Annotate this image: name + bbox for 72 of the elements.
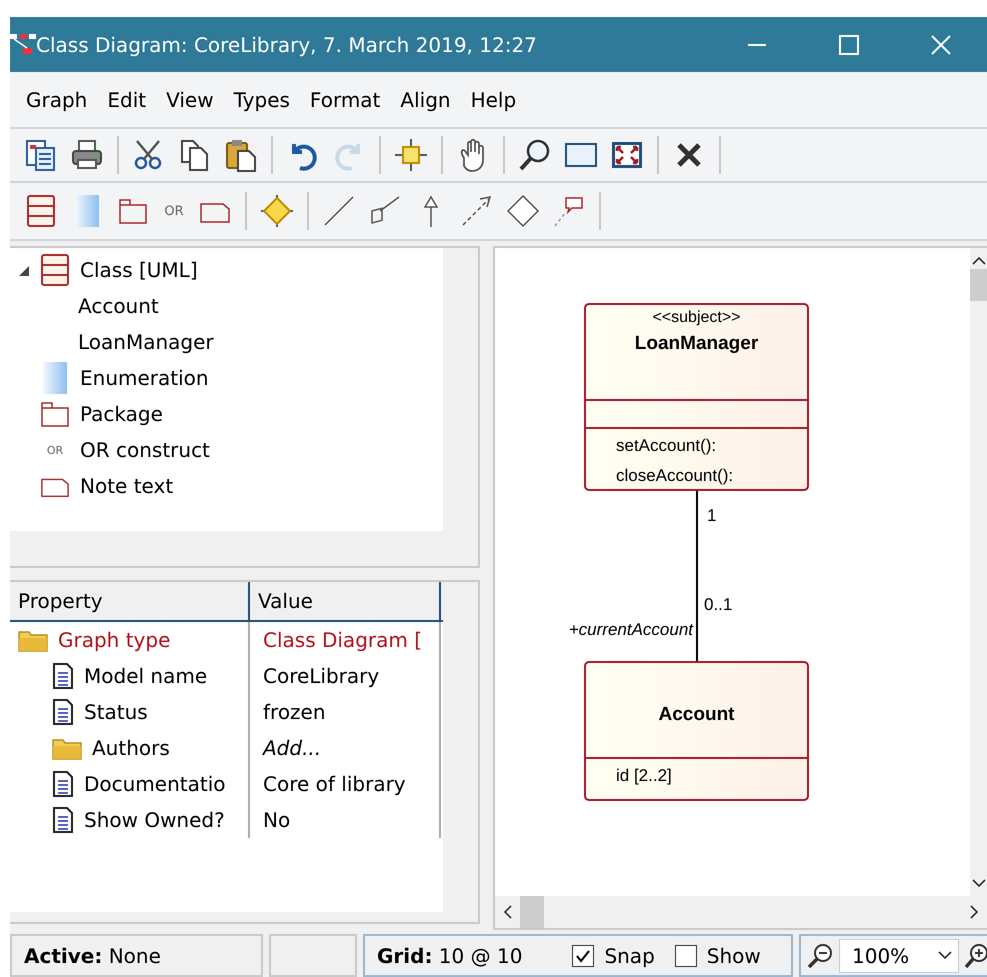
checkbox-label: Snap — [604, 944, 655, 968]
multiplicity-label: 1 — [707, 506, 716, 526]
tree-item[interactable]: Class [UML] — [80, 258, 198, 282]
checkbox[interactable] — [674, 944, 697, 966]
property-name: Status — [84, 700, 148, 724]
app-icon — [10, 34, 36, 56]
column-header[interactable]: Value — [250, 582, 441, 620]
column-header[interactable]: Property — [10, 582, 250, 620]
enumeration-icon — [40, 361, 70, 395]
scroll-down-icon[interactable] — [972, 879, 986, 888]
menu-item[interactable]: Edit — [99, 88, 158, 112]
menu-item[interactable]: Types — [226, 88, 302, 112]
stereotype-label: <<subject>> — [652, 309, 741, 327]
class-box[interactable]: <<subject>> LoanManager setAccount(): closeAccount(): — [584, 303, 809, 491]
package-icon[interactable] — [118, 197, 148, 225]
zoom-in-icon[interactable] — [965, 942, 987, 968]
maximize-icon[interactable] — [838, 34, 860, 54]
active-status: Active: None — [24, 944, 161, 968]
attribute-label: id [2..2] — [616, 765, 673, 787]
operation-label: setAccount(): — [616, 435, 718, 457]
checkbox[interactable] — [572, 944, 594, 966]
property-name: Documentatio — [84, 772, 226, 796]
operation-label: closeAccount(): — [616, 465, 734, 487]
property-name: Show Owned? — [84, 808, 225, 832]
zoom-dropdown[interactable]: 100% — [839, 938, 959, 972]
document-icon — [52, 771, 74, 797]
menu-item[interactable]: Format — [302, 88, 392, 112]
scroll-right-icon[interactable] — [970, 905, 979, 919]
document-icon — [52, 807, 74, 833]
multiplicity-label: 0..1 — [704, 595, 732, 615]
property-placeholder[interactable]: Add... — [263, 736, 322, 760]
checkmark-icon — [575, 948, 592, 962]
property-name: Model name — [84, 664, 208, 688]
class-name: Account — [658, 704, 734, 726]
checkbox-label: Show — [706, 944, 761, 968]
menu-item[interactable]: Graph — [18, 88, 100, 112]
role-label: +currentAccount — [568, 620, 693, 640]
property-value[interactable]: frozen — [263, 700, 326, 724]
class-icon[interactable] — [26, 194, 56, 228]
menu-item[interactable]: Help — [462, 88, 528, 112]
tree-item[interactable]: Package — [80, 402, 163, 426]
scroll-left-icon[interactable] — [503, 905, 512, 919]
scroll-up-icon[interactable] — [972, 256, 986, 265]
property-name: Graph type — [58, 628, 170, 652]
tree-item[interactable]: OR construct — [80, 438, 210, 462]
document-icon — [52, 699, 74, 725]
expanded-icon[interactable] — [18, 265, 30, 277]
tree-item[interactable]: Enumeration — [80, 366, 209, 390]
property-value[interactable]: CoreLibrary — [263, 664, 380, 688]
zoom-out-icon[interactable] — [807, 942, 833, 968]
or-label[interactable]: OR — [156, 204, 192, 218]
scroll-thumb[interactable] — [520, 896, 544, 928]
menu-item[interactable]: View — [158, 88, 226, 112]
grid-status: Grid: 10 @ 10 — [377, 944, 522, 968]
property-name: Authors — [92, 736, 170, 760]
property-value[interactable]: No — [263, 808, 290, 832]
scroll-thumb[interactable] — [970, 269, 987, 301]
property-value[interactable]: Core of library — [263, 772, 406, 796]
document-icon — [52, 663, 74, 689]
class-name: LoanManager — [634, 333, 758, 355]
package-icon — [40, 400, 70, 428]
tree-item[interactable]: Note text — [80, 474, 174, 498]
class-icon — [40, 253, 70, 287]
tree-item[interactable]: Account — [78, 294, 159, 318]
caret-icon — [938, 951, 952, 960]
class-box[interactable]: Account id [2..2] — [584, 661, 809, 801]
window-title: Class Diagram: CoreLibrary, 7. March 2019, 12:27 — [36, 32, 538, 56]
property-value[interactable]: Class Diagram [ — [263, 628, 422, 652]
menu-item[interactable]: Align — [392, 88, 463, 112]
close-icon[interactable] — [930, 34, 952, 54]
tree-item[interactable]: LoanManager — [78, 330, 214, 354]
or-label: OR — [46, 444, 64, 456]
